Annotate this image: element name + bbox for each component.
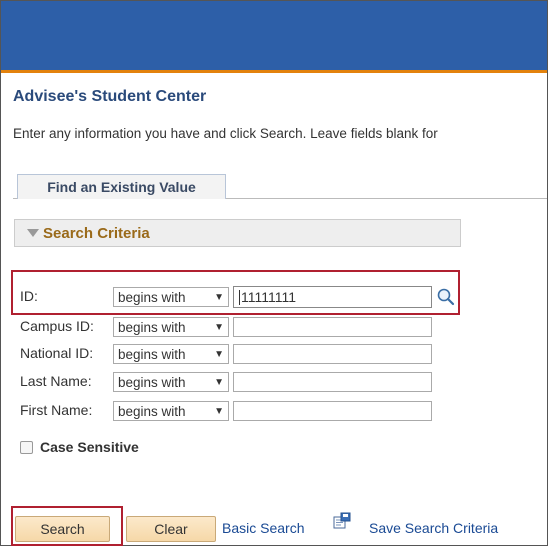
last-name-label: Last Name: [20,373,92,389]
instructions-text: Enter any information you have and click… [13,126,438,141]
basic-search-link[interactable]: Basic Search [222,520,304,536]
case-sensitive-label: Case Sensitive [40,439,139,455]
last-name-operator-value: begins with [118,374,186,390]
national-id-operator-value: begins with [118,346,186,362]
first-name-operator-value: begins with [118,403,186,419]
last-name-operator-select[interactable]: begins with ▼ [113,372,229,392]
chevron-down-icon: ▼ [214,322,224,333]
campus-id-operator-select[interactable]: begins with ▼ [113,317,229,337]
search-criteria-header[interactable]: Search Criteria [14,219,461,247]
first-name-input[interactable] [233,401,432,421]
search-criteria-label: Search Criteria [43,224,150,242]
search-button-highlight [11,506,123,546]
save-search-icon[interactable] [333,512,351,530]
banner-accent-line [1,70,547,73]
last-name-input[interactable] [233,372,432,392]
national-id-input[interactable] [233,344,432,364]
national-id-label: National ID: [20,345,94,361]
campus-id-label: Campus ID: [20,318,94,334]
campus-id-input[interactable] [233,317,432,337]
case-sensitive-checkbox[interactable] [20,441,33,454]
first-name-label: First Name: [20,402,93,418]
tab-find-existing-value[interactable]: Find an Existing Value [17,174,226,199]
campus-id-operator-value: begins with [118,319,186,335]
id-row-highlight [11,270,460,315]
page-title: Advisee's Student Center [13,88,207,105]
triangle-down-icon [27,229,39,237]
first-name-operator-select[interactable]: begins with ▼ [113,401,229,421]
save-search-criteria-link[interactable]: Save Search Criteria [369,520,498,536]
national-id-operator-select[interactable]: begins with ▼ [113,344,229,364]
chevron-down-icon: ▼ [214,377,224,388]
clear-button[interactable]: Clear [126,516,216,542]
top-banner [1,1,547,70]
chevron-down-icon: ▼ [214,406,224,417]
chevron-down-icon: ▼ [214,349,224,360]
